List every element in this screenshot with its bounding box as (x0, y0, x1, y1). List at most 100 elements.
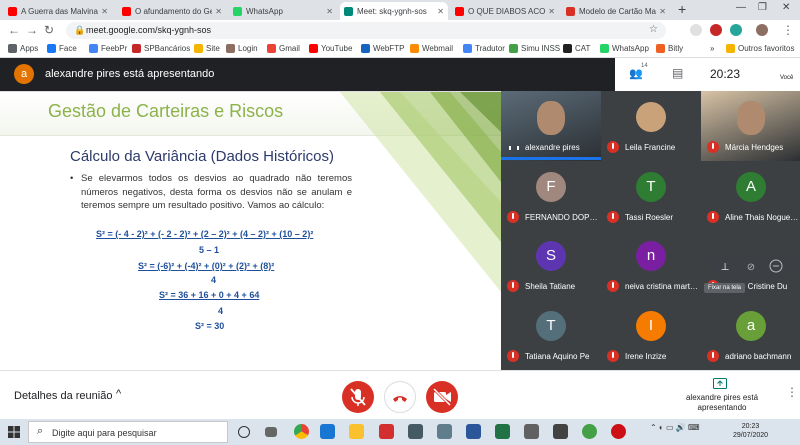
bookmark-item[interactable]: Tradutor (463, 44, 505, 53)
bookmark-item[interactable]: WhatsApp (600, 44, 649, 53)
equation-1-numerator: S² = (- 4 - 2)² + (- 2 - 2)² + (2 – 2)² … (96, 229, 314, 239)
url-text[interactable]: meet.google.com/skq-ygnh-sos (86, 25, 211, 35)
participant-name: Tassi Roesler (625, 213, 674, 222)
windows-start-icon[interactable] (8, 426, 20, 438)
participant-tile[interactable]: S Sheila Tatiane (501, 230, 601, 300)
profile-avatar[interactable] (756, 24, 768, 36)
bookmark-label: Simu INSS (521, 44, 561, 53)
folder-taskbar-icon[interactable] (349, 424, 364, 439)
bookmark-item[interactable]: WebFTP (361, 44, 404, 53)
close-tab-icon[interactable]: ✕ (326, 7, 333, 16)
bookmark-item[interactable]: FeebPr (89, 44, 127, 53)
excel-taskbar-icon[interactable] (495, 424, 510, 439)
meet-top-right-bar: 👥 14 ▤ 20:23 Você (615, 58, 800, 91)
close-window-button[interactable]: ✕ (782, 2, 790, 13)
participant-tile[interactable]: I Irene Inzize (601, 300, 701, 370)
participant-name: neiva cristina martins (625, 282, 699, 291)
bookmark-item[interactable]: Gmail (267, 44, 300, 53)
extension-icon[interactable] (690, 24, 702, 36)
browser-tab[interactable]: WhatsApp ✕ (229, 2, 337, 20)
task-view-icon[interactable] (265, 427, 277, 437)
browser-tab[interactable]: A Guerra das Malvinas ✕ (4, 2, 112, 20)
cat-icon (563, 44, 572, 53)
browser-tab[interactable]: Modelo de Cartão Mais ✕ (562, 2, 670, 20)
camera-off-button[interactable] (426, 381, 458, 413)
app-taskbar-icon[interactable] (408, 424, 423, 439)
mic-muted-icon (607, 280, 619, 292)
bookmark-item[interactable]: Site (194, 44, 220, 53)
app-taskbar-icon[interactable] (437, 424, 452, 439)
leave-call-button[interactable] (384, 381, 416, 413)
presenting-status[interactable]: alexandre pires está apresentando (662, 393, 782, 413)
chrome-taskbar-icon[interactable] (294, 424, 309, 439)
bookmark-item[interactable]: SPBancários (132, 44, 190, 53)
browser-tab[interactable]: O QUE DIABOS ACONT✕ (451, 2, 559, 20)
cortana-icon[interactable] (238, 426, 250, 438)
bookmarks-overflow-button[interactable]: » (710, 44, 714, 53)
word-taskbar-icon[interactable] (466, 424, 481, 439)
taskbar-search-input[interactable]: ⌕ Digite aqui para pesquisar (28, 421, 228, 443)
chevron-up-icon[interactable]: ^ (116, 388, 121, 400)
close-tab-icon[interactable]: ✕ (548, 7, 555, 16)
extension-icon[interactable] (710, 24, 722, 36)
maximize-button[interactable]: ❐ (758, 2, 767, 13)
participant-name: Leila Francine (625, 143, 676, 152)
close-tab-icon[interactable]: ✕ (101, 7, 108, 16)
bookmark-item[interactable]: Apps (8, 44, 38, 53)
participant-tile[interactable]: T Tassi Roesler (601, 161, 701, 231)
forward-icon[interactable]: → (26, 23, 38, 37)
camera-taskbar-icon[interactable] (553, 424, 568, 439)
more-options-icon[interactable]: ⋮ (786, 385, 798, 399)
bookmarks-bar: Apps Face FeebPr SPBancários Site Login Gmail Y… (0, 41, 800, 58)
minimize-button[interactable]: — (736, 2, 746, 13)
feed-icon (89, 44, 98, 53)
calculator-taskbar-icon[interactable] (524, 424, 539, 439)
participant-tile[interactable]: n neiva cristina martins (601, 230, 701, 300)
present-screen-icon[interactable] (713, 378, 727, 390)
bookmark-item[interactable]: Webmail (410, 44, 453, 53)
participant-tile[interactable]: Márcia Hendges (701, 91, 800, 161)
system-tray[interactable]: ⌃ ◐ ▭ 🔊 ⌨ (650, 423, 700, 432)
bookmark-item[interactable]: Bitly (656, 44, 683, 53)
participant-tile[interactable]: T Tatiana Aquino Pe (501, 300, 601, 370)
participant-tile[interactable]: A Aline Thais Nogueira (701, 161, 800, 231)
opera-taskbar-icon[interactable] (611, 424, 626, 439)
mic-off-button[interactable] (342, 381, 374, 413)
participant-tile[interactable]: Leila Francine (601, 91, 701, 161)
reload-icon[interactable]: ↻ (44, 23, 54, 37)
bookmark-label: Login (238, 44, 258, 53)
back-icon[interactable]: ← (8, 23, 20, 37)
other-favorites-folder[interactable]: Outros favoritos (726, 44, 794, 53)
tab-favicon-icon (8, 6, 17, 16)
participant-tile[interactable]: alexandre pires (501, 91, 601, 161)
close-tab-icon[interactable]: ✕ (437, 7, 444, 16)
bookmark-item[interactable]: CAT (563, 44, 590, 53)
app-taskbar-icon[interactable] (379, 424, 394, 439)
browser-tab[interactable]: O afundamento do Gen ✕ (118, 2, 226, 20)
edge-taskbar-icon[interactable] (320, 424, 335, 439)
app-taskbar-icon[interactable] (582, 424, 597, 439)
bookmark-star-icon[interactable]: ☆ (649, 24, 658, 35)
address-bar[interactable]: 🔒 meet.google.com/skq-ygnh-sos ☆ (66, 22, 666, 39)
tab-favicon-icon (566, 6, 575, 16)
browser-menu-icon[interactable]: ⋮ (782, 23, 794, 37)
browser-tab[interactable]: Meet: skq-ygnh-sos ✕ (340, 2, 448, 20)
tab-favicon-icon (344, 6, 353, 16)
mic-muted-icon (707, 211, 719, 223)
extension-icon[interactable] (730, 24, 742, 36)
tab-title: O afundamento do Gen (135, 6, 213, 16)
participant-tile[interactable]: a adriano bachmann (701, 300, 800, 370)
bookmark-item[interactable]: Login (226, 44, 258, 53)
close-tab-icon[interactable]: ✕ (215, 7, 222, 16)
bookmark-item[interactable]: Face (47, 44, 77, 53)
close-tab-icon[interactable]: ✕ (659, 7, 666, 16)
mic-muted-icon (607, 141, 619, 153)
meeting-details-button[interactable]: Detalhes da reunião (14, 390, 112, 402)
chat-icon[interactable]: ▤ (672, 66, 683, 80)
bookmark-item[interactable]: YouTube (309, 44, 352, 53)
participant-tile[interactable]: F FERNANDO DOPKE (501, 161, 601, 231)
bookmark-label: Site (206, 44, 220, 53)
new-tab-button[interactable]: + (678, 1, 686, 17)
bookmark-item[interactable]: Simu INSS (509, 44, 560, 53)
taskbar-clock[interactable]: 20:23 29/07/2020 (733, 422, 768, 440)
